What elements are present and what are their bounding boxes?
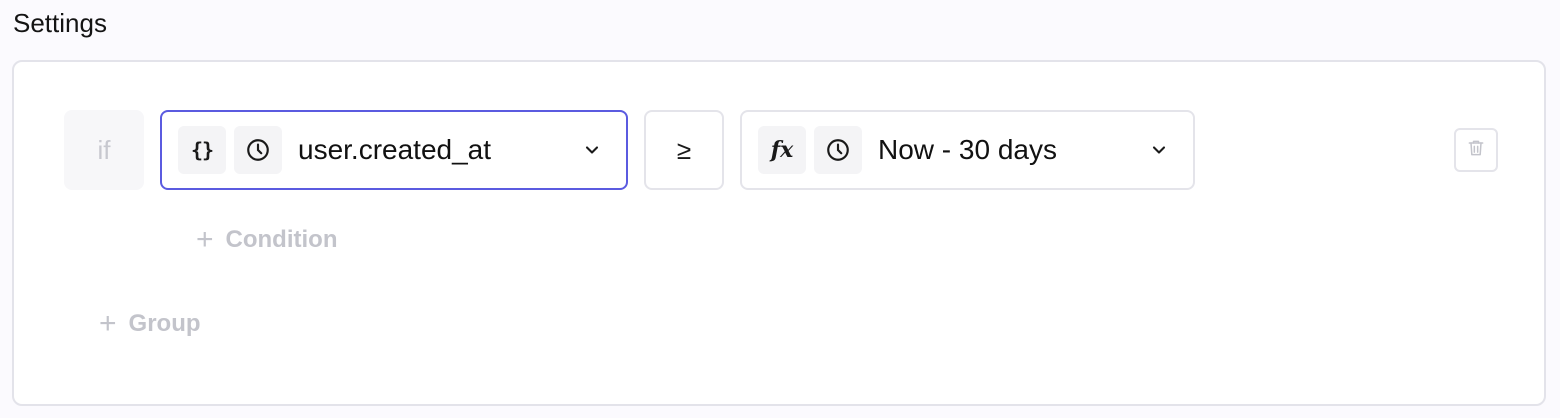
- delete-rule-button[interactable]: [1454, 128, 1498, 172]
- page-title: Settings: [13, 8, 107, 38]
- trash-icon: [1466, 138, 1486, 163]
- right-operand-select[interactable]: fx Now - 30 days: [740, 110, 1195, 190]
- if-label: if: [64, 110, 144, 190]
- chevron-down-icon: [580, 138, 604, 162]
- add-group-button[interactable]: + Group: [99, 307, 201, 340]
- chevron-down-icon: [1147, 138, 1171, 162]
- left-operand-select[interactable]: {} user.created_at: [160, 110, 628, 190]
- fx-glyph: fx: [770, 137, 794, 163]
- function-fx-icon: fx: [758, 126, 806, 174]
- add-condition-label: Condition: [225, 226, 338, 253]
- clock-icon: [234, 126, 282, 174]
- left-operand-value: user.created_at: [298, 134, 492, 165]
- plus-icon: +: [99, 307, 117, 340]
- plus-icon: +: [196, 223, 214, 256]
- right-operand-value: Now - 30 days: [878, 134, 1057, 165]
- braces-icon: {}: [178, 126, 226, 174]
- rule-builder-panel: if {} user.created_at ≥ fx Now - 30 days…: [12, 60, 1546, 406]
- operator-value: ≥: [676, 134, 692, 165]
- add-condition-button[interactable]: + Condition: [196, 223, 338, 256]
- add-group-label: Group: [128, 310, 201, 337]
- clock-icon: [814, 126, 862, 174]
- operator-select[interactable]: ≥: [644, 110, 724, 190]
